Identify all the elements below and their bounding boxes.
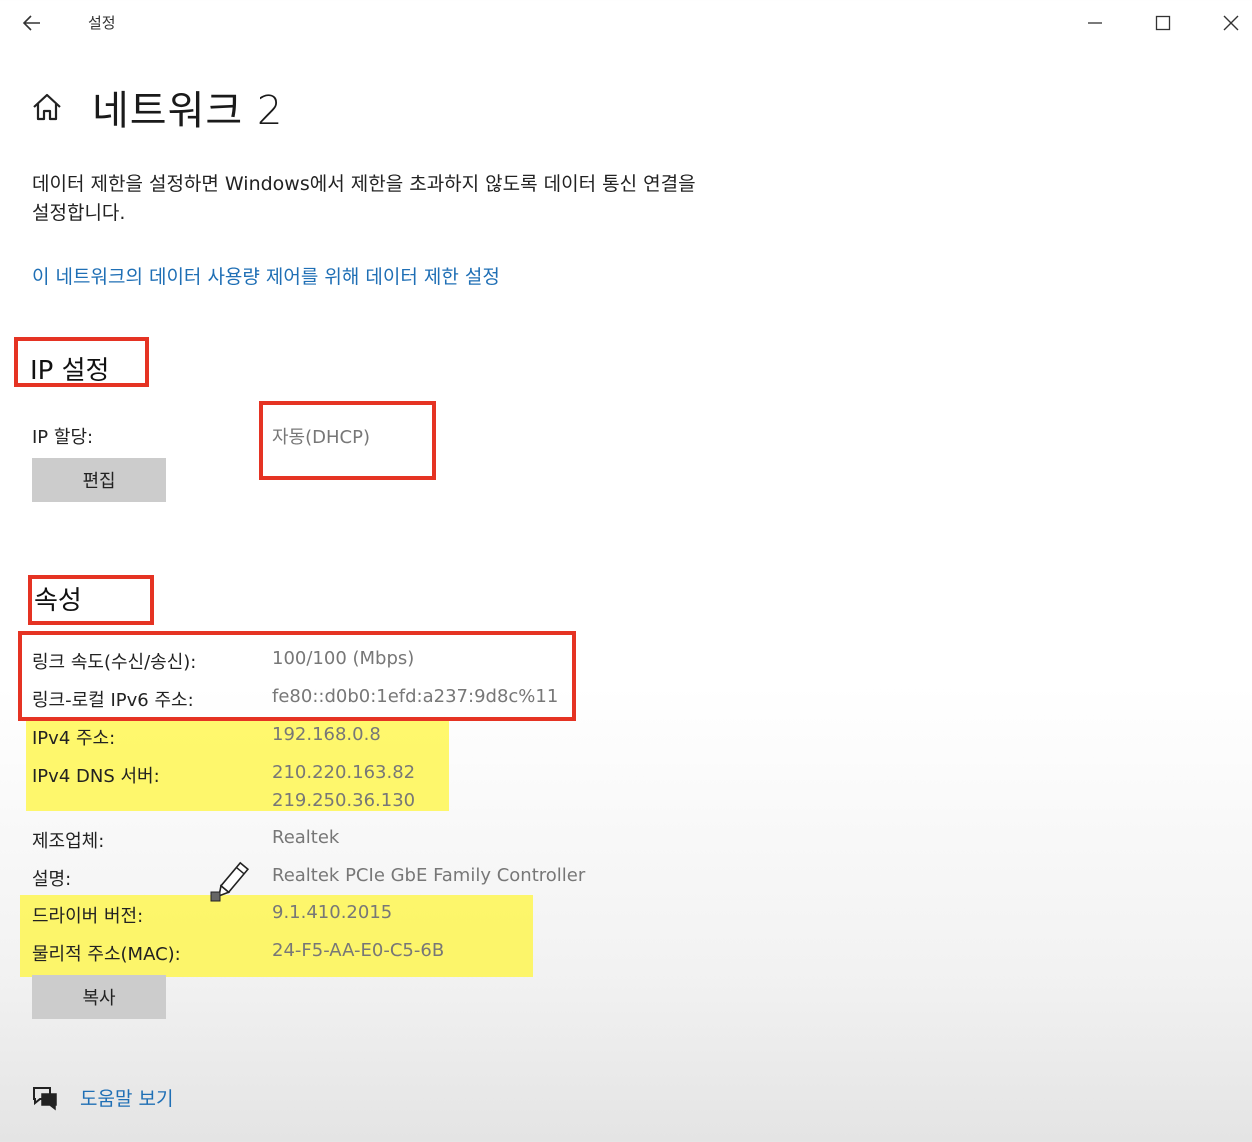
annotation-box-ip-value — [259, 401, 436, 480]
data-limit-link[interactable]: 이 네트워크의 데이터 사용량 제어를 위해 데이터 제한 설정 — [32, 262, 500, 289]
maximize-button[interactable] — [1138, 4, 1188, 42]
annotation-box-ip-heading — [14, 337, 149, 387]
edit-button[interactable]: 편집 — [32, 458, 166, 502]
home-icon — [33, 93, 61, 121]
dns-value-2: 219.250.36.130 — [272, 790, 416, 811]
mac-label: 물리적 주소(MAC): — [32, 944, 181, 965]
ipv4-label: IPv4 주소: — [32, 728, 116, 749]
minimize-icon — [1088, 22, 1102, 24]
back-button[interactable] — [12, 6, 52, 40]
dns-value-1: 210.220.163.82 — [272, 762, 416, 783]
close-button[interactable] — [1206, 4, 1252, 42]
annotation-box-properties-heading — [28, 575, 154, 625]
ip-assignment-label: IP 할당: — [32, 427, 94, 448]
app-title: 설정 — [88, 14, 116, 32]
ipv4-value: 192.168.0.8 — [272, 724, 381, 745]
data-limit-description: 데이터 제한을 설정하면 Windows에서 제한을 초과하지 않도록 데이터 … — [32, 173, 696, 224]
help-chat-icon[interactable] — [30, 1084, 60, 1112]
page-title: 네트워크 2 — [92, 88, 284, 134]
maximize-icon — [1155, 15, 1171, 31]
driver-version-value: 9.1.410.2015 — [272, 902, 393, 923]
annotation-box-link-info — [18, 631, 576, 721]
copy-button[interactable]: 복사 — [32, 975, 166, 1019]
help-link[interactable]: 도움말 보기 — [80, 1084, 173, 1111]
mac-value: 24-F5-AA-E0-C5-6B — [272, 940, 445, 961]
close-icon — [1223, 15, 1239, 31]
arrow-left-icon — [22, 15, 40, 31]
title-bar: 설정 — [0, 0, 1252, 48]
driver-version-label: 드라이버 버전: — [32, 906, 144, 927]
manufacturer-value: Realtek — [272, 827, 340, 848]
description-label: 설명: — [32, 869, 72, 890]
manufacturer-label: 제조업체: — [32, 831, 105, 852]
description-value: Realtek PCIe GbE Family Controller — [272, 865, 586, 886]
dns-label: IPv4 DNS 서버: — [32, 766, 160, 787]
pencil-cursor-icon — [210, 861, 250, 902]
minimize-button[interactable] — [1070, 4, 1120, 42]
